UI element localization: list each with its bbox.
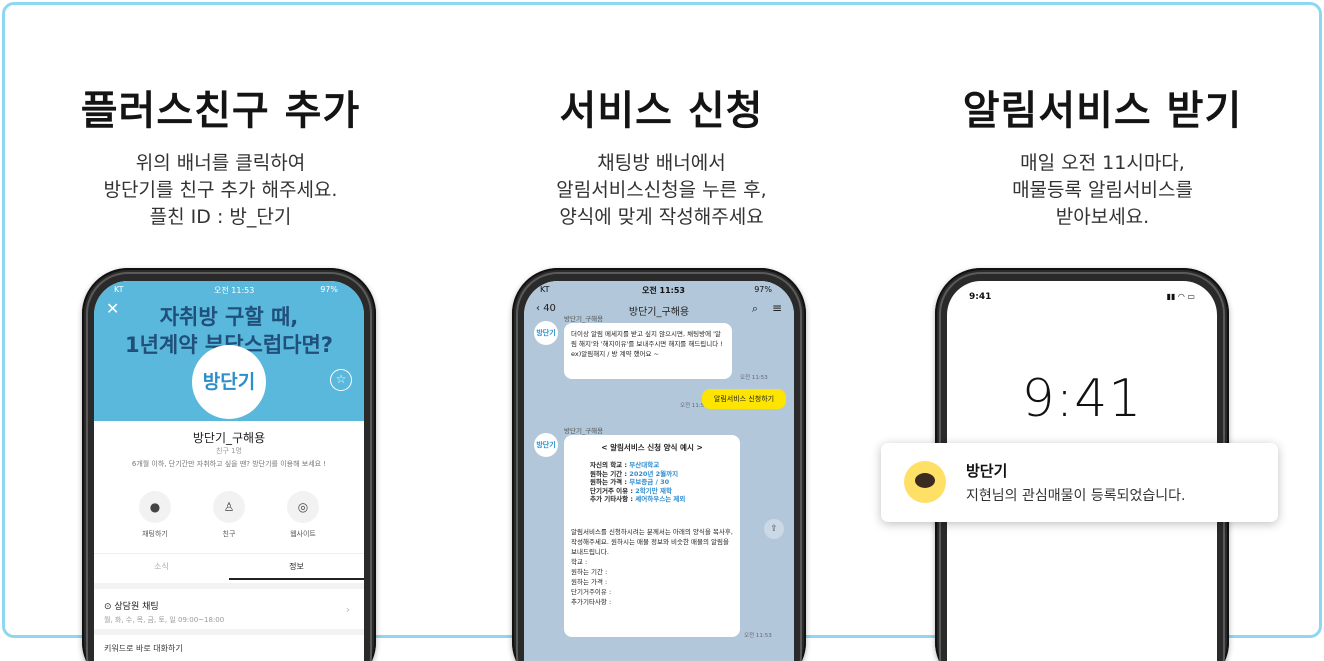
carrier-label: KT — [114, 285, 124, 294]
battery-label: 97% — [754, 285, 772, 294]
step-1-line: 위의 배너를 클릭하여 — [135, 152, 306, 174]
form-row-value: 2학기만 재학 — [635, 486, 672, 495]
form-row-label: 추가 기타사항 : — [590, 495, 636, 503]
consult-title-text: 상담원 채팅 — [114, 602, 159, 612]
step-2-line: 알림서비스신청을 누른 후, — [556, 179, 767, 201]
step-3-description: 매일 오전 11시마다, 매물등록 알림서비스를 받아보세요. — [882, 150, 1323, 231]
profile-logo: 방단기 — [192, 345, 266, 419]
profile-name: 방단기_구해용 — [192, 431, 266, 445]
search-icon[interactable]: ⌕ — [752, 302, 758, 316]
step-1-line: 플친 ID : 방_단기 — [149, 206, 292, 228]
form-row-label: 원하는 기간 : — [590, 469, 630, 478]
blank-field: 추가기타사항 : — [571, 598, 612, 606]
step-2-title: 서비스 신청 — [559, 88, 764, 134]
website-button[interactable]: ◎ 웹사이트 — [268, 491, 338, 539]
form-row-label: 자신의 학교 : — [590, 461, 630, 469]
step-2-description: 채팅방 배너에서 알림서비스신청을 누른 후, 양식에 맞게 작성해주세요 — [441, 150, 882, 231]
profile-banner-area: KT 오전 11:53 97% ✕ 자취방 구할 때, 1년계약 부담스럽다면?… — [94, 281, 364, 421]
status-bar: KT 오전 11:53 97% — [94, 285, 364, 297]
friend-button[interactable]: ♙ 친구 — [194, 491, 264, 539]
menu-icon[interactable]: ≡ — [772, 301, 782, 315]
blank-field: 단기거주이유 : — [571, 588, 612, 596]
profile-intro: 6개월 이하, 단기간만 자취하고 싶을 땐? 방단기를 이용해 보세요 ! — [131, 460, 327, 468]
chat-button[interactable]: ● 채팅하기 — [120, 491, 190, 539]
chevron-right-icon: › — [345, 603, 350, 616]
consult-title: ⊙ 상담원 채팅 — [104, 602, 159, 612]
signal-wifi-battery-icon: ▮▮ ◠ ▭ — [1166, 292, 1195, 301]
friend-count: 친구 1명 — [216, 447, 242, 455]
chat-button-label: 채팅하기 — [142, 530, 168, 538]
avatar: 방단기 — [534, 321, 558, 345]
step-3-title: 알림서비스 받기 — [962, 88, 1243, 134]
step-2-line: 양식에 맞게 작성해주세요 — [559, 206, 764, 228]
form-row-label: 원하는 가격 : — [590, 478, 630, 486]
status-time: 오전 11:53 — [642, 286, 685, 295]
step-2-line: 채팅방 배너에서 — [597, 152, 726, 174]
step-3-line: 매일 오전 11시마다, — [1020, 152, 1185, 174]
phone-mockup-chat: KT 오전 11:53 97% ‹ 40 방단기_구해용 ⌕ ≡ 방단기 방단기… — [512, 268, 806, 661]
website-button-label: 웹사이트 — [290, 530, 316, 538]
carrier-label: KT — [540, 285, 550, 294]
notification-message: 지현님의 관심매물이 등록되었습니다. — [966, 488, 1186, 504]
status-time: 오전 11:53 — [214, 286, 255, 295]
consult-chat-row[interactable]: ⊙ 상담원 채팅 월, 화, 수, 목, 금, 토, 일 09:00~18:00… — [94, 583, 364, 629]
form-row: 단기거주 이유 : 2학기만 재학 — [574, 487, 730, 496]
phone-screen: KT 오전 11:53 97% ✕ 자취방 구할 때, 1년계약 부담스럽다면?… — [94, 281, 364, 661]
kakao-chat-icon — [904, 461, 946, 503]
form-instructions: 알림서비스를 신청하시려는 분께서는 아래의 양식을 복사후, 작성해주세요. … — [571, 527, 733, 607]
globe-icon: ◎ — [287, 491, 319, 523]
form-row-value: 2020년 2월까지 — [629, 469, 679, 478]
profile-tabs: 소식 정보 — [94, 553, 364, 580]
form-row-value: 부산대학교 — [629, 461, 660, 469]
notification-card[interactable]: 방단기 지현님의 관심매물이 등록되었습니다. — [881, 443, 1278, 522]
blank-field: 원하는 기간 : — [571, 568, 608, 576]
tab-info[interactable]: 정보 — [229, 554, 364, 580]
avatar: 방단기 — [534, 433, 558, 457]
form-row: 원하는 가격 : 무보증금 / 30 — [574, 478, 730, 487]
status-bar: KT 오전 11:53 97% — [524, 285, 794, 297]
form-example: < 알림서비스 신청 양식 예시 > 자신의 학교 : 부산대학교 원하는 기간… — [574, 443, 730, 504]
form-row: 원하는 기간 : 2020년 2월까지 — [574, 470, 730, 479]
step-1-title: 플러스친구 추가 — [80, 88, 361, 134]
my-message-bubble: 알림서비스 신청하기 — [702, 389, 786, 409]
form-row: 추가 기타사항 : 셰어하우스는 제외 — [574, 495, 730, 504]
profile-actions: ● 채팅하기 ♙ 친구 ◎ 웹사이트 — [120, 491, 338, 541]
star-icon[interactable]: ☆ — [330, 369, 352, 391]
form-row-value: 무보증금 / 30 — [629, 478, 670, 486]
sender-name: 방단기_구해용 — [564, 427, 604, 435]
status-time: 9:41 — [969, 292, 992, 302]
tab-news[interactable]: 소식 — [94, 554, 229, 580]
keyword-chat-row[interactable]: 키워드로 바로 대화하기 — [94, 629, 364, 661]
form-message-bubble: < 알림서비스 신청 양식 예시 > 자신의 학교 : 부산대학교 원하는 기간… — [564, 435, 740, 637]
sender-name: 방단기_구해용 — [564, 315, 604, 323]
form-title: < 알림서비스 신청 양식 예시 > — [601, 443, 703, 452]
notification-title: 방단기 — [966, 462, 1008, 480]
chat-background: KT 오전 11:53 97% ‹ 40 방단기_구해용 ⌕ ≡ 방단기 방단기… — [524, 281, 794, 661]
profile-body: 방단기_구해용 친구 1명 6개월 이하, 단기간만 자취하고 싶을 땐? 방단… — [94, 421, 364, 661]
blank-field: 원하는 가격 : — [571, 578, 608, 586]
form-row: 자신의 학교 : 부산대학교 — [574, 461, 730, 470]
phone-screen: KT 오전 11:53 97% ‹ 40 방단기_구해용 ⌕ ≡ 방단기 방단기… — [524, 281, 794, 661]
message-time: 오전 11:53 — [740, 375, 768, 381]
banner-line: 자취방 구할 때, — [159, 305, 299, 329]
blank-field: 학교 : — [571, 558, 588, 566]
form-row-value: 셰어하우스는 제외 — [635, 495, 686, 503]
form-row-label: 단기거주 이유 : — [590, 486, 636, 495]
friend-button-label: 친구 — [222, 530, 236, 538]
share-icon[interactable]: ⇪ — [764, 519, 784, 539]
keyword-label: 키워드로 바로 대화하기 — [104, 644, 183, 653]
step-1-description: 위의 배너를 클릭하여 방단기를 친구 추가 해주세요. 플친 ID : 방_단… — [0, 150, 441, 231]
add-friend-icon: ♙ — [213, 491, 245, 523]
consult-hours: 월, 화, 수, 목, 금, 토, 일 09:00~18:00 — [104, 616, 225, 624]
battery-label: 97% — [320, 285, 338, 294]
chat-bubble-icon: ● — [139, 491, 171, 523]
step-1-line: 방단기를 친구 추가 해주세요. — [103, 179, 338, 201]
step-3-line: 매물등록 알림서비스를 — [1012, 179, 1193, 201]
message-time: 오전 11:53 — [744, 633, 772, 639]
lockscreen-clock: 9:41 — [1021, 369, 1143, 429]
phone-mockup-profile: KT 오전 11:53 97% ✕ 자취방 구할 때, 1년계약 부담스럽다면?… — [82, 268, 376, 661]
message-bubble: 더이상 알림 메세지를 받고 싶지 않으시면, 채팅방에 '알림 해지'와 '해… — [564, 323, 732, 379]
form-instructions-text: 알림서비스를 신청하시려는 분께서는 아래의 양식을 복사후, 작성해주세요. … — [571, 528, 733, 556]
step-3-line: 받아보세요. — [1055, 206, 1150, 228]
